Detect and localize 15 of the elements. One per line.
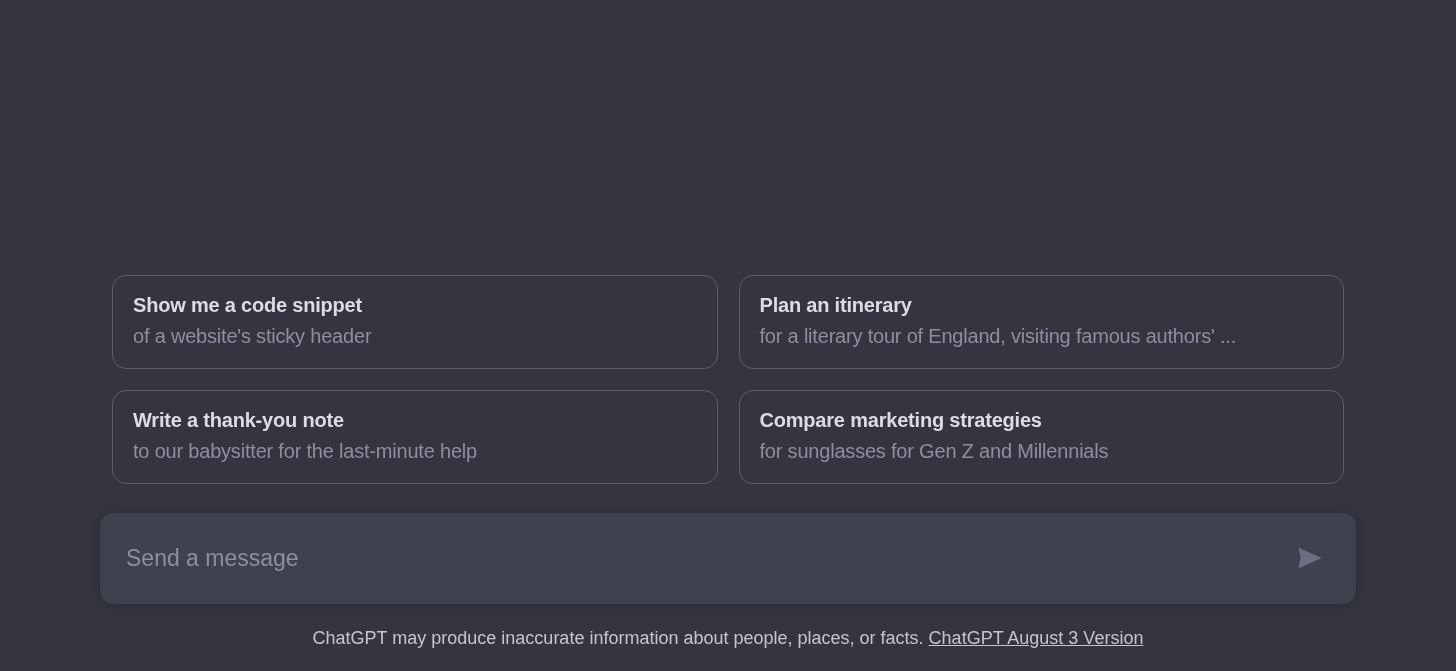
suggestion-title: Write a thank-you note xyxy=(133,409,345,432)
suggestion-subtitle: for sunglasses for Gen Z and Millennials xyxy=(759,440,1110,463)
message-input[interactable]: Send a message xyxy=(100,513,1356,604)
suggestion-title: Compare marketing strategies xyxy=(759,409,1043,432)
suggestion-card[interactable]: Write a thank-you note to our babysitter for the last-minute help xyxy=(112,390,718,484)
suggestion-subtitle: to our babysitter for the last-minute help xyxy=(133,440,478,463)
version-link[interactable]: ChatGPT August 3 Version xyxy=(928,628,1144,648)
suggestion-title: Plan an itinerary xyxy=(759,294,913,317)
suggestion-subtitle: for a literary tour of England, visiting famous authors' ... xyxy=(759,325,1237,348)
suggestion-card[interactable]: Plan an itinerary for a literary tour of England, visiting famous authors' ... xyxy=(738,275,1344,369)
suggestion-card[interactable]: Show me a code snippet of a website's sticky header xyxy=(112,275,718,369)
suggestion-title: Show me a code snippet xyxy=(133,294,363,317)
suggestion-subtitle: of a website's sticky header xyxy=(133,325,373,348)
suggestion-card[interactable]: Compare marketing strategies for sunglasses for Gen Z and Millennials xyxy=(738,390,1344,484)
disclaimer-text: ChatGPT may produce inaccurate information about people, places, or facts. ChatGPT August 3 Version xyxy=(312,628,1144,649)
